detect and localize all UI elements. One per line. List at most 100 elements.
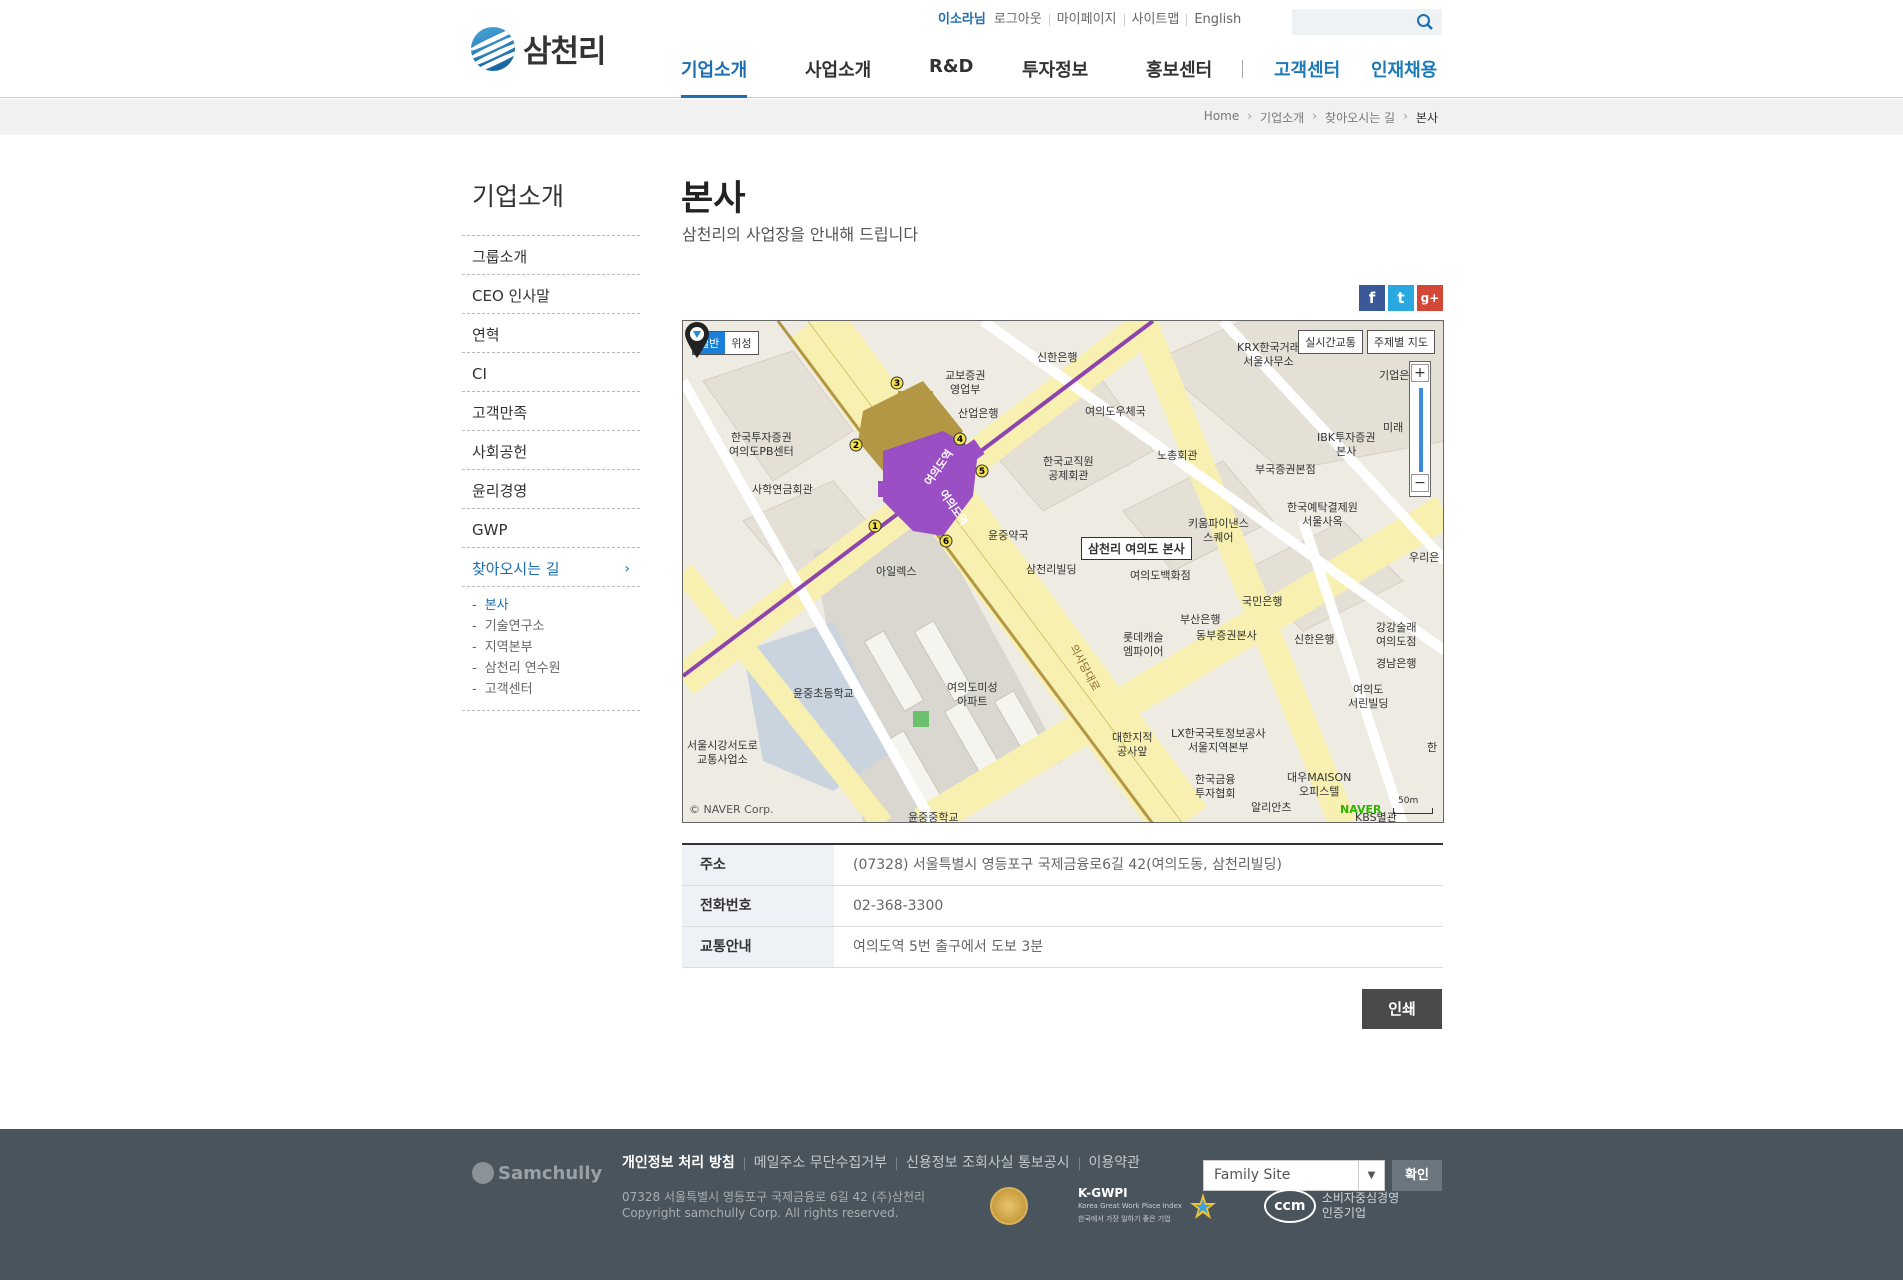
lnb-sub-headquarters[interactable]: - 본사 — [472, 595, 640, 616]
map-label-pharmacy: 윤중약국 — [988, 529, 1029, 542]
kgwpi-kor: 한국에서 가장 일하기 좋은 기업 — [1078, 1214, 1171, 1223]
lnb-item-ethics[interactable]: 윤리경영 — [462, 470, 640, 509]
print-button[interactable]: 인쇄 — [1362, 989, 1442, 1029]
global-nav: 기업소개 사업소개 R&D 투자정보 홍보센터 고객센터 인재채용 — [0, 56, 1903, 98]
lnb-item-gwp[interactable]: GWP — [462, 509, 640, 548]
lnb-item-history[interactable]: 연혁 — [462, 314, 640, 353]
footer-logo-icon — [472, 1162, 494, 1184]
site-header: 삼천리 이소라님 로그아웃 마이페이지 사이트맵 English 기업소개 사업… — [0, 0, 1903, 98]
gnb-company[interactable]: 기업소개 — [681, 56, 748, 98]
lnb-sub-regional[interactable]: - 지역본부 — [472, 637, 640, 658]
twitter-icon[interactable]: t — [1388, 285, 1414, 311]
breadcrumb-home[interactable]: Home — [1204, 109, 1239, 126]
breadcrumb-current: 본사 — [1415, 111, 1438, 125]
terms-link[interactable]: 이용약관 — [1078, 1156, 1150, 1170]
lnb-sub-research[interactable]: - 기술연구소 — [472, 616, 640, 637]
map-label-kitc: 한국투자증권 여의도PB센터 — [729, 431, 794, 458]
credit-info-link[interactable]: 신용정보 조회사실 통보공시 — [896, 1156, 1078, 1170]
table-row: 전화번호 02-368-3300 — [682, 886, 1443, 927]
zoom-in-icon[interactable]: + — [1411, 364, 1429, 382]
breadcrumb-location[interactable]: 찾아오시는 길 — [1325, 109, 1395, 126]
footer-address-text: 07328 서울특별시 영등포구 국제금융로 6길 42 (주)삼천리 — [622, 1190, 926, 1204]
svg-text:6: 6 — [943, 537, 949, 547]
lnb-title: 기업소개 — [472, 182, 565, 211]
zoom-slider[interactable] — [1419, 388, 1423, 472]
map-label-woori: 우리은 — [1409, 551, 1440, 564]
map-label-dept-store: 여의도백화점 — [1130, 569, 1191, 582]
map-label-shinhan2: 신한은행 — [1294, 633, 1335, 646]
kgwpi-badge: K-GWPI Korea Great Work Place Index 한국에서… — [1078, 1187, 1182, 1225]
location-map[interactable]: 3 4 5 2 1 6 KRX한국거래 서울사무소 교보증권 영업부 신한은행 … — [682, 320, 1444, 823]
map-label-busan-bank: 부산은행 — [1180, 613, 1221, 626]
footer-address: 07328 서울특별시 영등포구 국제금융로 6길 42 (주)삼천리 Copy… — [622, 1189, 925, 1221]
search-icon[interactable] — [1416, 13, 1434, 31]
sitemap-link[interactable]: 사이트맵 — [1123, 13, 1187, 26]
chevron-right-icon: › — [624, 561, 630, 577]
privacy-policy-link[interactable]: 개인정보 처리 방침 — [622, 1156, 744, 1170]
zoom-out-icon[interactable]: − — [1411, 474, 1429, 492]
lnb-item-social[interactable]: 사회공헌 — [462, 431, 640, 470]
map-label-busan-sec: 부국증권본점 — [1255, 463, 1316, 476]
map-label-han: 한 — [1427, 741, 1438, 754]
lnb-item-group[interactable]: 그룹소개 — [462, 236, 640, 275]
map-theme-button[interactable]: 주제별 지도 — [1366, 330, 1435, 354]
lnb-sub-list: - 본사 - 기술연구소 - 지역본부 - 삼천리 연수원 - 고객센터 — [462, 587, 640, 711]
chevron-right-icon: › — [1247, 109, 1253, 123]
mypage-link[interactable]: 마이페이지 — [1048, 13, 1124, 26]
gnb-pr[interactable]: 홍보센터 — [1146, 56, 1212, 98]
gnb-recruit[interactable]: 인재채용 — [1371, 56, 1437, 98]
lnb-item-ci[interactable]: CI — [462, 353, 640, 392]
gnb-investor[interactable]: 투자정보 — [1022, 56, 1088, 98]
map-label-kyobo: 교보증권 영업부 — [945, 369, 986, 396]
map-label-lx: LX한국국토정보공사 서울지역본부 — [1171, 727, 1266, 754]
gnb-customer[interactable]: 고객센터 — [1274, 56, 1340, 98]
table-cell: 02-368-3300 — [853, 898, 944, 914]
map-view-satellite-button[interactable]: 위성 — [725, 332, 757, 354]
chevron-right-icon: › — [1403, 109, 1408, 123]
map-label-post-office: 여의도우체국 — [1085, 405, 1146, 418]
map-label-kiwoom: 키움파이낸스 스퀘어 — [1188, 517, 1249, 544]
map-label-industrial-bank: 산업은행 — [958, 407, 999, 420]
map-label-samchully-bldg: 삼천리빌딩 — [1026, 563, 1077, 576]
footer-awards: K-GWPI Korea Great Work Place Index 한국에서… — [990, 1187, 1399, 1225]
lnb-sub-customer[interactable]: - 고객센터 — [472, 679, 640, 700]
google-plus-icon[interactable]: g+ — [1417, 285, 1443, 311]
facebook-icon[interactable]: f — [1359, 285, 1385, 311]
map-label-nochong: 노총회관 — [1157, 449, 1198, 462]
utility-nav: 이소라님 로그아웃 마이페이지 사이트맵 English — [938, 13, 1248, 26]
svg-text:1: 1 — [872, 522, 878, 532]
breadcrumb: Home › 기업소개 › 찾아오시는 길 › 본사 — [1196, 109, 1438, 126]
ccm-badge: ccm 소비자중심경영 인증기업 — [1263, 1189, 1399, 1223]
lnb-item-ceo[interactable]: CEO 인사말 — [462, 275, 640, 314]
table-cell: 여의도역 5번 출구에서 도보 3분 — [853, 939, 1044, 955]
family-site-value: Family Site — [1214, 1167, 1291, 1183]
map-label-elem-school: 윤중초등학교 — [793, 687, 854, 700]
family-site-confirm-button[interactable]: 확인 — [1392, 1160, 1442, 1191]
map-label-dongbu: 동부증권본사 — [1196, 629, 1257, 642]
lnb-item-satisfaction[interactable]: 고객만족 — [462, 392, 640, 431]
map-marker-icon[interactable] — [683, 321, 711, 359]
location-info-table: 주소 (07328) 서울특별시 영등포구 국제금융로6길 42(여의도동, 삼… — [682, 843, 1443, 968]
search-input[interactable] — [1292, 9, 1410, 35]
gnb-rnd[interactable]: R&D — [929, 56, 974, 98]
table-cell: (07328) 서울특별시 영등포구 국제금융로6길 42(여의도동, 삼천리빌… — [853, 857, 1282, 873]
map-traffic-button[interactable]: 실시간교통 — [1298, 330, 1363, 354]
svg-text:5: 5 — [979, 467, 985, 477]
lnb-item-location[interactable]: 찾아오시는 길 › — [462, 548, 640, 587]
page-title: 본사 — [681, 179, 746, 219]
naver-logo[interactable]: NAVER — [1340, 803, 1381, 816]
map-label-kangnam: 강강술래 여의도점 — [1376, 621, 1417, 648]
map-label-ilex: 아일렉스 — [876, 565, 917, 578]
breadcrumb-company[interactable]: 기업소개 — [1260, 109, 1304, 126]
gnb-business[interactable]: 사업소개 — [805, 56, 871, 98]
logout-link[interactable]: 로그아웃 — [990, 13, 1049, 26]
map-label-kyongnam: 경남은행 — [1376, 657, 1417, 670]
email-refusal-link[interactable]: 메일주소 무단수집거부 — [743, 1156, 896, 1170]
lnb-sub-training[interactable]: - 삼천리 연수원 — [472, 658, 640, 679]
chevron-right-icon: › — [1312, 109, 1318, 123]
english-link[interactable]: English — [1186, 13, 1248, 26]
map-label-ibk: IBK투자증권 본사 — [1317, 431, 1376, 458]
search-box — [1292, 9, 1442, 35]
award-medal-icon — [990, 1187, 1028, 1225]
map-label-ibk-bank: 기업은 — [1379, 369, 1410, 382]
